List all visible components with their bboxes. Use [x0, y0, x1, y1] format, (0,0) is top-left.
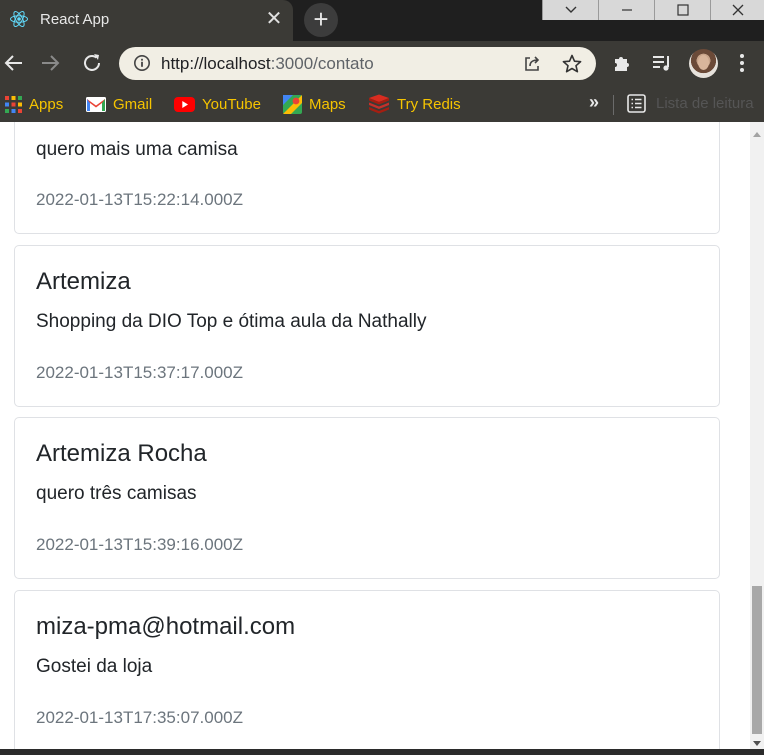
tab-react-app[interactable]: React App ✕	[0, 0, 293, 41]
message-text: Shopping da DIO Top e ótima aula da Nath…	[36, 311, 427, 332]
maximize-button[interactable]	[654, 0, 710, 20]
tab-title: React App	[40, 11, 110, 28]
star-icon[interactable]	[561, 53, 583, 75]
maps-icon	[283, 94, 302, 114]
message-card: quero mais uma camisa 2022-01-13T15:22:1…	[14, 122, 720, 234]
reading-list-icon	[627, 94, 646, 113]
bookmark-try-redis[interactable]: Try Redis	[368, 94, 461, 114]
chevron-down-icon	[565, 6, 576, 13]
url-text[interactable]: http://localhost:3000/contato	[161, 54, 374, 74]
bookmark-label: YouTube	[202, 95, 261, 113]
minimize-button[interactable]	[598, 0, 654, 20]
message-card: Artemiza Rocha quero três camisas 2022-0…	[14, 417, 720, 579]
maximize-icon	[676, 4, 689, 16]
media-queue-icon[interactable]	[651, 52, 673, 74]
scroll-down-icon[interactable]	[753, 741, 761, 746]
bookmark-maps[interactable]: Maps	[283, 94, 346, 114]
bookmark-label: Gmail	[113, 95, 153, 113]
message-date: 2022-01-13T15:37:17.000Z	[36, 363, 243, 382]
bookmark-label: Try Redis	[397, 95, 461, 113]
taskbar-edge	[0, 749, 764, 755]
message-card: miza-pma@hotmail.com Gostei da loja 2022…	[14, 590, 720, 755]
redis-icon	[369, 94, 389, 114]
react-logo-icon	[10, 10, 28, 28]
message-text: quero três camisas	[36, 483, 197, 504]
messages-list: quero mais uma camisa 2022-01-13T15:22:1…	[0, 122, 750, 755]
reload-icon	[84, 54, 100, 71]
scroll-thumb[interactable]	[752, 586, 762, 734]
profile-avatar[interactable]	[689, 49, 718, 78]
arrow-right-icon	[42, 55, 60, 71]
bookmark-label: Apps	[29, 95, 64, 113]
message-author: Artemiza	[36, 268, 131, 295]
bookmark-label: Maps	[309, 95, 346, 113]
message-author: Artemiza Rocha	[36, 440, 207, 467]
message-text: quero mais uma camisa	[36, 139, 238, 160]
menu-dots-icon[interactable]	[734, 52, 750, 74]
page-viewport: quero mais uma camisa 2022-01-13T15:22:1…	[0, 122, 764, 755]
close-window-button[interactable]	[710, 0, 764, 20]
address-bar[interactable]: http://localhost:3000/contato	[119, 47, 596, 80]
bookmarks-overflow-button[interactable]: »	[589, 92, 599, 113]
tab-strip: React App ✕ +	[0, 0, 764, 41]
tab-search-button[interactable]	[542, 0, 598, 20]
close-icon	[732, 4, 743, 16]
info-icon[interactable]	[133, 54, 151, 72]
message-card: Artemiza Shopping da DIO Top e ótima aul…	[14, 245, 720, 407]
message-date: 2022-01-13T17:35:07.000Z	[36, 708, 243, 727]
share-icon[interactable]	[522, 54, 542, 74]
minimize-icon	[621, 9, 632, 11]
tab-close-icon[interactable]: ✕	[264, 8, 284, 30]
scroll-up-icon[interactable]	[753, 132, 761, 137]
bookmarks-bar: Apps Gmail YouTube Maps Try Redis » List…	[0, 86, 764, 122]
forward-button[interactable]	[38, 50, 64, 76]
message-author: miza-pma@hotmail.com	[36, 613, 296, 640]
browser-toolbar: http://localhost:3000/contato	[0, 41, 764, 86]
message-text: Gostei da loja	[36, 656, 153, 677]
apps-grid-icon	[5, 95, 22, 113]
gmail-icon	[86, 96, 106, 112]
reading-list-label: Lista de leitura	[656, 95, 754, 112]
avatar-face	[698, 55, 709, 70]
bookmark-gmail[interactable]: Gmail	[86, 94, 152, 114]
arrow-left-icon	[4, 55, 22, 71]
bookmark-apps[interactable]: Apps	[5, 94, 63, 114]
reload-button[interactable]	[79, 50, 105, 76]
vertical-scrollbar[interactable]	[750, 122, 764, 755]
bookmarks-divider	[613, 95, 614, 115]
bookmark-youtube[interactable]: YouTube	[174, 94, 261, 114]
reading-list-button[interactable]: Lista de leitura	[627, 94, 754, 113]
url-path: :3000/contato	[270, 54, 374, 73]
back-button[interactable]	[0, 50, 26, 76]
message-date: 2022-01-13T15:39:16.000Z	[36, 535, 243, 554]
message-date: 2022-01-13T15:22:14.000Z	[36, 190, 243, 209]
youtube-icon	[174, 96, 195, 112]
url-host: http://localhost	[161, 54, 271, 73]
new-tab-button[interactable]: +	[304, 3, 338, 37]
extensions-puzzle-icon[interactable]	[611, 52, 633, 74]
